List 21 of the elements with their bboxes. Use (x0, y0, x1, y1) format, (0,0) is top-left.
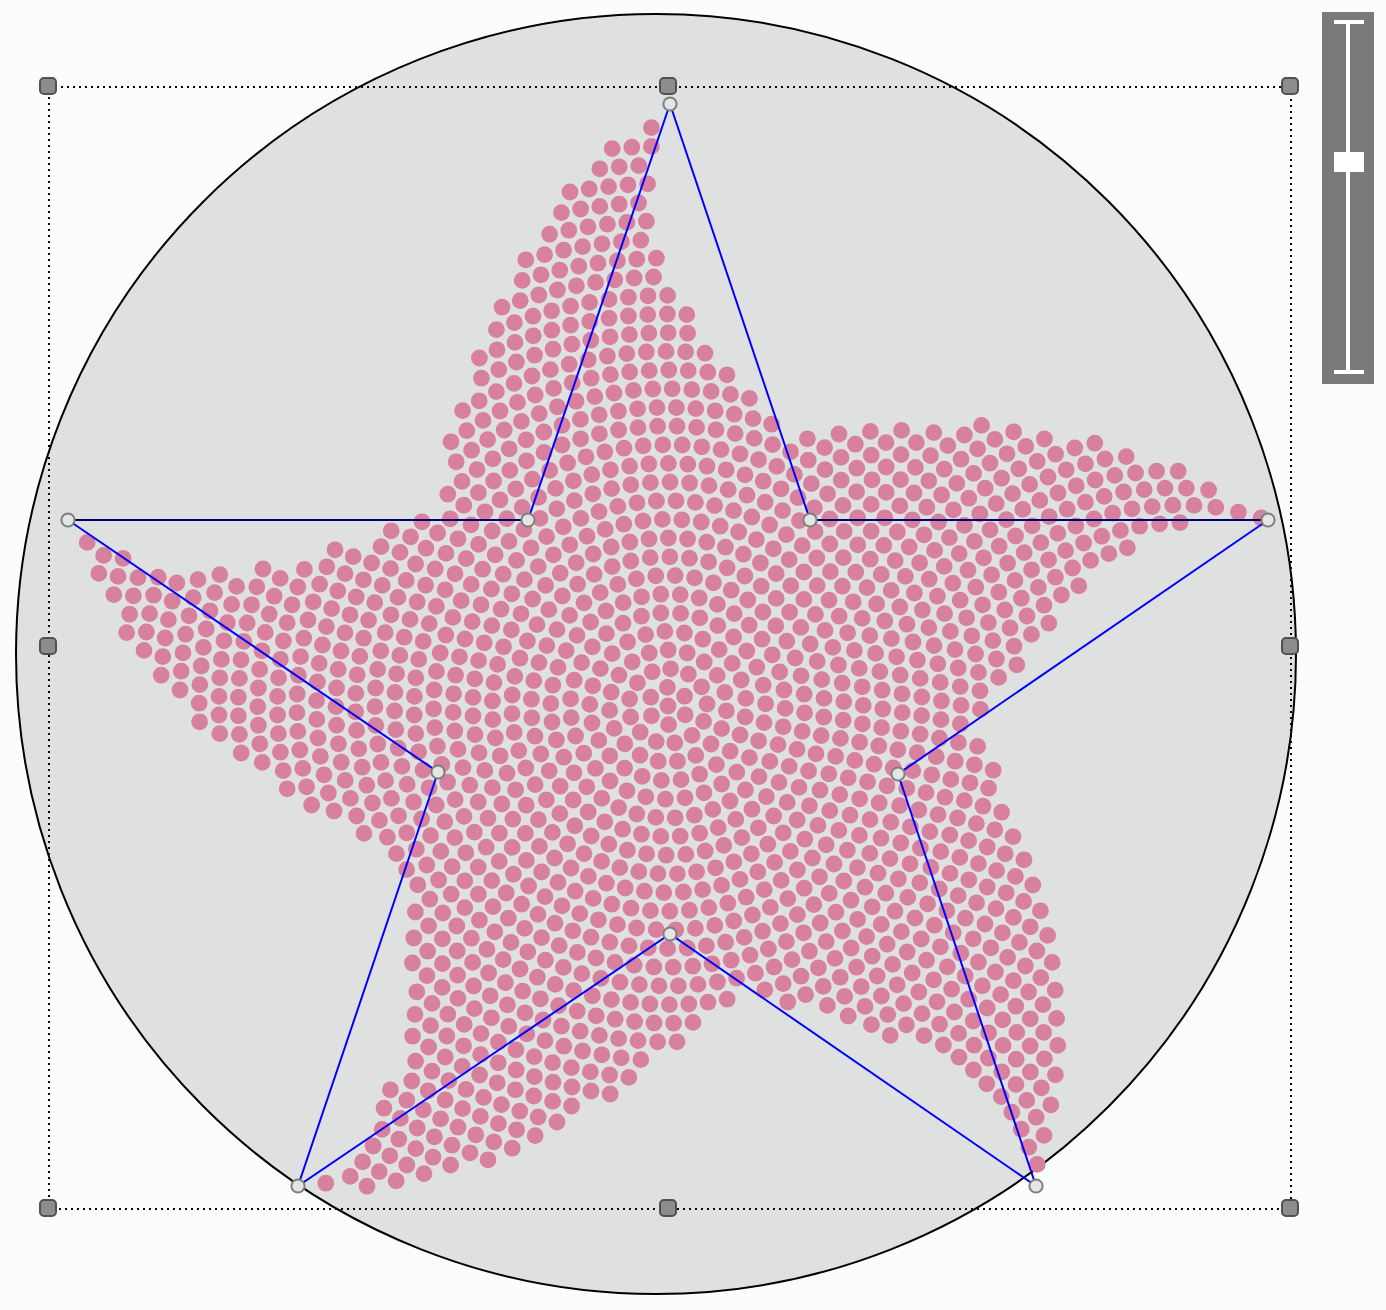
slider-thumb[interactable] (1333, 151, 1363, 172)
zoom-slider[interactable] (1322, 12, 1374, 384)
vertex-handle[interactable] (662, 926, 678, 942)
vertex-handle[interactable] (802, 512, 818, 528)
vertex-handle[interactable] (520, 512, 536, 528)
resize-handle[interactable] (39, 1199, 57, 1217)
vertex-handle[interactable] (1260, 512, 1276, 528)
vertex-handle[interactable] (890, 766, 906, 782)
resize-handle[interactable] (659, 1199, 677, 1217)
vertex-handle[interactable] (430, 764, 446, 780)
vertex-handle[interactable] (1028, 1178, 1044, 1194)
resize-handle[interactable] (1281, 1199, 1299, 1217)
vertex-handle[interactable] (290, 1178, 306, 1194)
resize-handle[interactable] (39, 637, 57, 655)
vertex-handle[interactable] (662, 96, 678, 112)
resize-handle[interactable] (1281, 77, 1299, 95)
slider-track[interactable] (1333, 20, 1363, 374)
resize-handle[interactable] (659, 77, 677, 95)
vertex-handle[interactable] (60, 512, 76, 528)
resize-handle[interactable] (1281, 637, 1299, 655)
resize-handle[interactable] (39, 77, 57, 95)
